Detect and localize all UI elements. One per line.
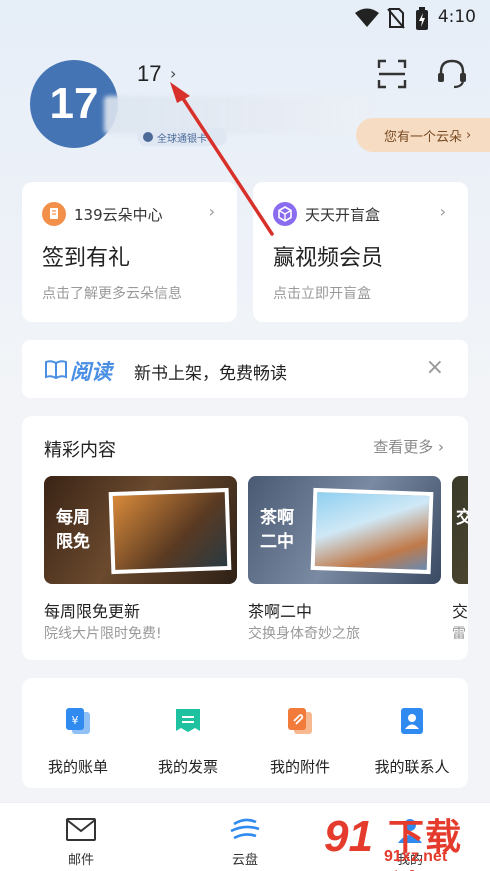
status-time: 4:10 [437, 7, 476, 27]
featured-thumbnail[interactable]: 每周 限免 [44, 476, 237, 584]
card-subtitle: 点击立即开盲盒 [273, 286, 371, 302]
cloud-prompt-pill[interactable]: 您有一个云朵 › [356, 118, 490, 152]
featured-item-title[interactable]: 每周限免更新 [44, 598, 140, 622]
invoice-icon [176, 709, 200, 732]
watermark-number: 91 [324, 812, 373, 861]
thumbnail-label-line: 二中 [260, 532, 294, 552]
username[interactable]: 17 [137, 61, 161, 87]
cloud-center-icon [42, 202, 66, 226]
wifi-icon [355, 8, 379, 27]
shortcut-label: 我的附件 [269, 758, 330, 776]
thumbnail-label: 茶啊 二中 [260, 506, 294, 554]
thumbnail-label-line: 交 [456, 508, 468, 528]
thumbnail-label-line: 限免 [56, 532, 90, 552]
cloud-icon [230, 818, 260, 840]
featured-item-title[interactable]: 交 [452, 598, 468, 622]
close-icon[interactable]: × [426, 355, 444, 380]
card-subtitle: 点击了解更多云朵信息 [42, 286, 182, 302]
shortcut-label: 我的发票 [157, 758, 218, 776]
reading-brand: 阅读 [70, 360, 112, 384]
reading-banner[interactable]: 阅读 新书上架，免费畅读 × [22, 340, 468, 398]
featured-item-title[interactable]: 茶啊二中 [248, 598, 312, 622]
scan-icon[interactable] [373, 55, 411, 93]
customer-service-icon[interactable] [433, 55, 471, 93]
view-more-link[interactable]: 查看更多 › [373, 436, 444, 457]
featured-thumbnail[interactable]: 交 [452, 476, 468, 584]
shortcut-invoice[interactable]: 我的发票 [132, 678, 244, 788]
chevron-right-icon: › [466, 127, 472, 143]
featured-content-section: 精彩内容 查看更多 › 每周 限免 每周限免更新 院线大片限时免费! 茶啊 二中… [22, 416, 468, 660]
card-title: 签到有礼 [42, 246, 131, 271]
thumbnail-label-line: 每周 [56, 508, 90, 528]
battery-charging-icon [416, 7, 428, 30]
card-title: 赢视频会员 [273, 246, 384, 271]
featured-item-subtitle: 交换身体奇妙之旅 [248, 626, 360, 642]
thumbnail-label: 每周 限免 [56, 506, 90, 554]
reading-banner-text: 新书上架，免费畅读 [134, 364, 287, 384]
watermark-url: 91xz.net [384, 848, 448, 865]
attachment-icon [288, 708, 312, 734]
poster-image [310, 487, 434, 575]
member-badge-label: 全球通银卡 [157, 133, 207, 145]
card-tag-label: 139云朵中心 [74, 205, 163, 224]
tab-label: 云盘 [231, 853, 258, 868]
gift-box-icon [273, 202, 297, 226]
svg-text:¥: ¥ [72, 714, 79, 727]
shortcut-contacts[interactable]: 我的联系人 [356, 678, 468, 788]
chevron-right-icon: › [438, 438, 444, 456]
no-sim-icon [387, 8, 405, 29]
mail-icon [66, 818, 96, 841]
shortcut-label: 我的账单 [47, 758, 108, 776]
cloud-prompt-text: 您有一个云朵 [384, 129, 463, 145]
shortcut-attachment[interactable]: 我的附件 [244, 678, 356, 788]
thumbnail-label-line: 茶啊 [260, 508, 294, 528]
tab-cloud-drive[interactable]: 云盘 [195, 803, 295, 871]
card-tag-label: 天天开盲盒 [305, 205, 381, 224]
chevron-right-icon: › [208, 202, 215, 221]
book-icon [45, 360, 67, 379]
site-watermark: 91 下载站 91xz.net [318, 806, 490, 871]
poster-image [108, 487, 232, 575]
featured-thumbnail[interactable]: 茶啊 二中 [248, 476, 441, 584]
featured-item-subtitle: 雷 [452, 626, 466, 642]
tab-mail[interactable]: 邮件 [31, 803, 131, 871]
section-title: 精彩内容 [44, 440, 116, 461]
member-badge[interactable]: 全球通银卡 [137, 128, 227, 146]
status-bar: 4:10 [0, 0, 490, 36]
tab-label: 邮件 [67, 853, 94, 868]
card-tag: 139云朵中心 [42, 202, 163, 226]
shortcut-label: 我的联系人 [374, 758, 450, 776]
bill-icon: ¥ [66, 708, 90, 734]
view-more-label: 查看更多 [373, 438, 434, 456]
contact-icon [401, 708, 423, 734]
blind-box-card[interactable]: 天天开盲盒 › 赢视频会员 点击立即开盲盒 [253, 182, 468, 322]
shortcuts-section: ¥ 我的账单 我的发票 我的附件 我的联系人 [22, 678, 468, 788]
chevron-right-icon: › [439, 202, 446, 221]
card-tag: 天天开盲盒 [273, 202, 380, 226]
featured-item-subtitle: 院线大片限时免费! [44, 626, 162, 642]
thumbnail-label: 交 [456, 506, 468, 530]
globe-icon [143, 132, 153, 142]
cloud-center-card[interactable]: 139云朵中心 › 签到有礼 点击了解更多云朵信息 [22, 182, 237, 322]
shortcut-bill[interactable]: ¥ 我的账单 [22, 678, 134, 788]
chevron-right-icon[interactable]: › [170, 64, 176, 83]
